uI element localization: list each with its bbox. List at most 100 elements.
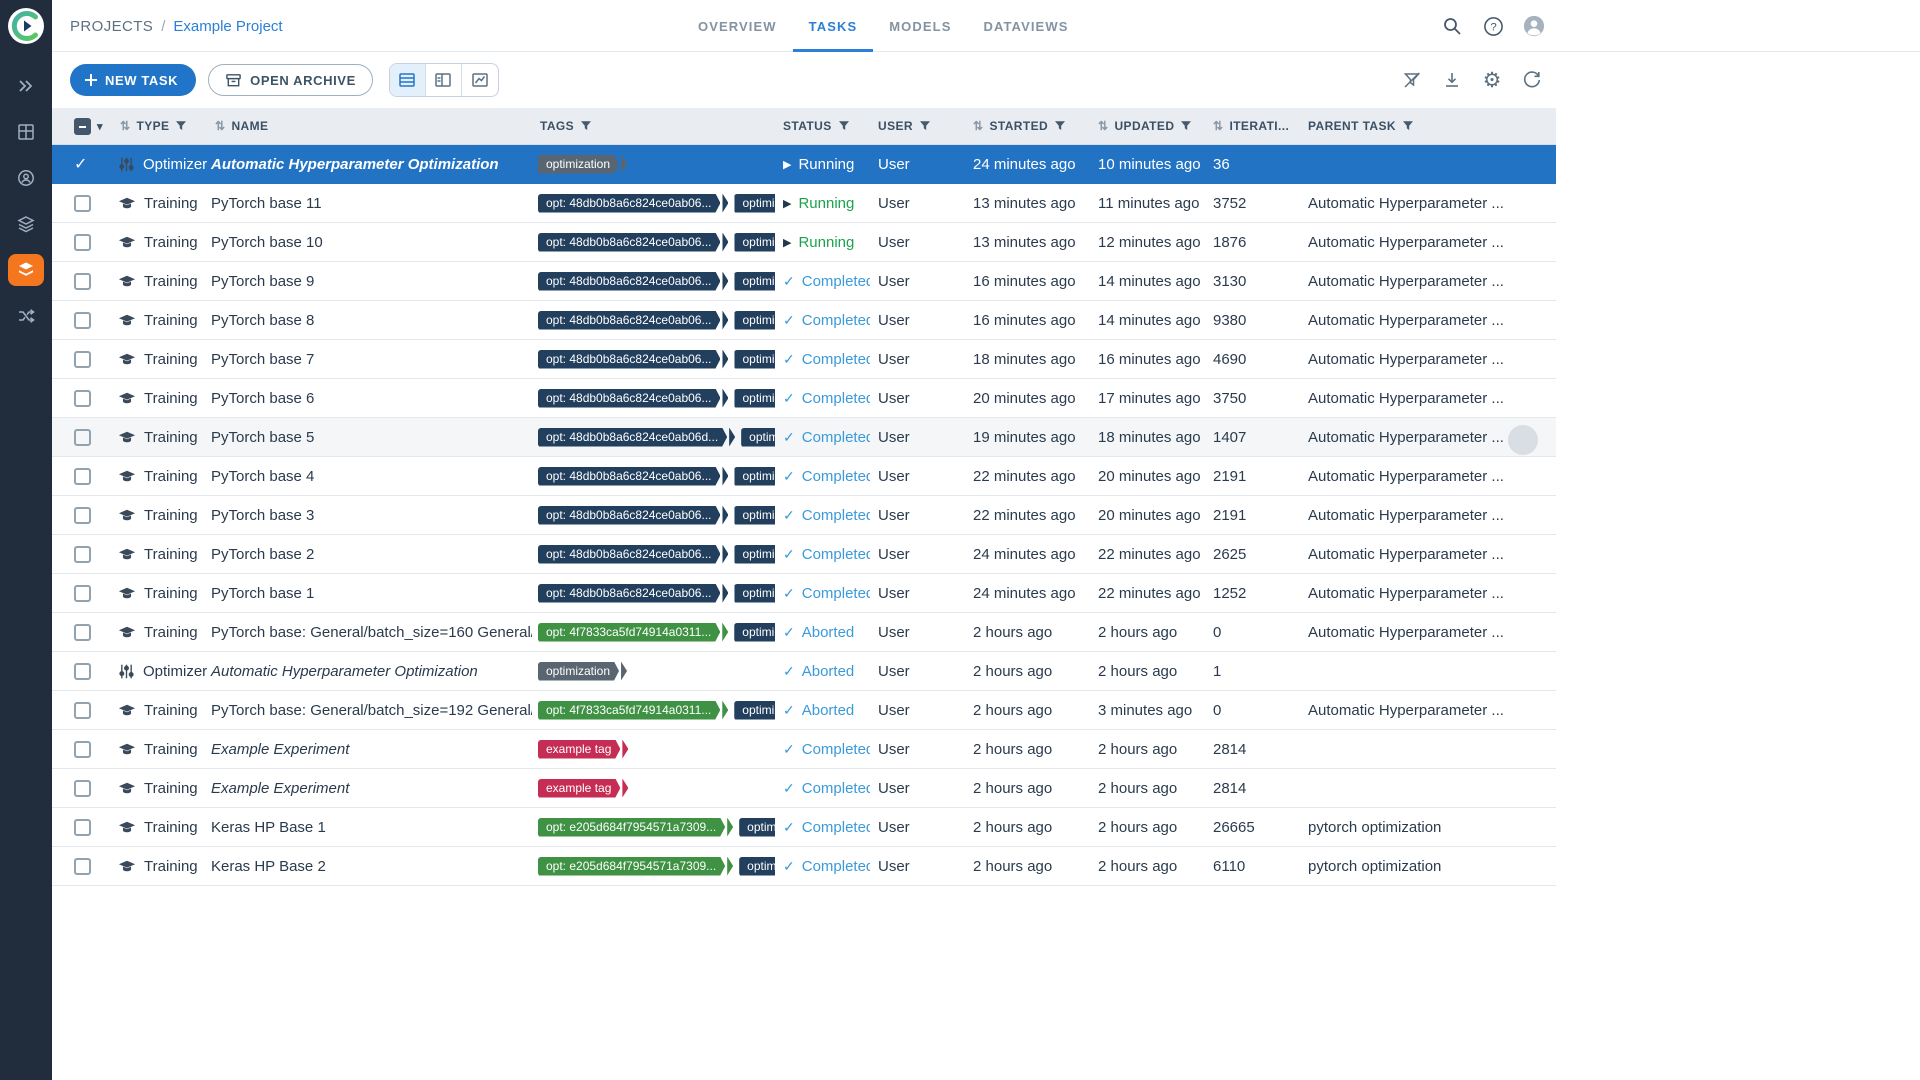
task-name-cell[interactable]: PyTorch base 10 xyxy=(207,223,532,261)
open-archive-button[interactable]: OPEN ARCHIVE xyxy=(208,64,373,96)
task-name-cell[interactable]: PyTorch base 5 xyxy=(207,418,532,456)
tag[interactable]: optimi... xyxy=(739,857,775,876)
table-row[interactable]: TrainingPyTorch base 9opt: 48db0b8a6c824… xyxy=(52,262,1556,301)
row-checkbox[interactable] xyxy=(74,429,91,446)
task-name-cell[interactable]: PyTorch base 6 xyxy=(207,379,532,417)
column-header-status[interactable]: STATUS xyxy=(775,119,870,133)
table-row[interactable]: TrainingKeras HP Base 2opt: e205d684f795… xyxy=(52,847,1556,886)
tag[interactable]: optimi... xyxy=(734,194,775,213)
sidebar-item-datasets[interactable] xyxy=(0,201,52,247)
task-name-cell[interactable]: PyTorch base 9 xyxy=(207,262,532,300)
sort-icon[interactable]: ⇅ xyxy=(1098,119,1108,133)
floating-scroll-indicator[interactable] xyxy=(1508,425,1538,455)
tab-tasks[interactable]: TASKS xyxy=(793,0,874,52)
sidebar-item-getting-started[interactable] xyxy=(0,63,52,109)
row-checkbox[interactable] xyxy=(74,312,91,329)
row-checkbox[interactable] xyxy=(74,351,91,368)
new-task-button[interactable]: NEW TASK xyxy=(70,64,196,96)
sidebar-item-pipelines[interactable] xyxy=(0,293,52,339)
sort-icon[interactable]: ⇅ xyxy=(215,119,225,133)
tag[interactable]: opt: 48db0b8a6c824ce0ab06d... xyxy=(538,428,735,447)
tag[interactable]: opt: 48db0b8a6c824ce0ab06... xyxy=(538,272,728,291)
column-header-parent-task[interactable]: PARENT TASK xyxy=(1300,119,1556,133)
column-header-type[interactable]: ⇅TYPE xyxy=(112,119,207,133)
tab-overview[interactable]: OVERVIEW xyxy=(682,0,793,52)
tag[interactable]: opt: 48db0b8a6c824ce0ab06... xyxy=(538,233,728,252)
tag[interactable]: opt: 4f7833ca5fd74914a0311... xyxy=(538,623,728,642)
column-header-started[interactable]: ⇅STARTED xyxy=(965,119,1090,133)
tag[interactable]: optimi... xyxy=(741,428,775,447)
task-name-cell[interactable]: Example Experiment xyxy=(207,769,532,807)
row-checkbox[interactable] xyxy=(74,624,91,641)
task-name-cell[interactable]: PyTorch base: General/batch_size=192 Gen… xyxy=(207,691,532,729)
tag[interactable]: optimi... xyxy=(734,701,775,720)
table-view-button[interactable] xyxy=(390,64,426,96)
filter-funnel-icon[interactable] xyxy=(1180,120,1192,132)
tag[interactable]: optimi... xyxy=(734,350,775,369)
task-name-cell[interactable]: PyTorch base 3 xyxy=(207,496,532,534)
clearml-logo-icon[interactable] xyxy=(7,7,45,45)
column-header-user[interactable]: USER xyxy=(870,119,965,133)
task-name-cell[interactable]: PyTorch base 4 xyxy=(207,457,532,495)
filter-funnel-icon[interactable] xyxy=(1054,120,1066,132)
breadcrumb-projects[interactable]: PROJECTS xyxy=(70,18,153,35)
search-icon[interactable] xyxy=(1441,15,1463,37)
row-checkbox[interactable] xyxy=(74,195,91,212)
task-name-cell[interactable]: PyTorch base 2 xyxy=(207,535,532,573)
task-name-cell[interactable]: PyTorch base 8 xyxy=(207,301,532,339)
download-icon[interactable] xyxy=(1441,69,1463,91)
table-row[interactable]: TrainingPyTorch base: General/batch_size… xyxy=(52,691,1556,730)
tag[interactable]: optimi... xyxy=(734,623,775,642)
details-view-button[interactable] xyxy=(426,64,462,96)
tag[interactable]: optimi... xyxy=(734,467,775,486)
table-row[interactable]: ✓OptimizerAutomatic Hyperparameter Optim… xyxy=(52,145,1556,184)
row-checkbox[interactable] xyxy=(74,468,91,485)
tag[interactable]: opt: 48db0b8a6c824ce0ab06... xyxy=(538,194,728,213)
task-name-cell[interactable]: Keras HP Base 2 xyxy=(207,847,532,885)
tag[interactable]: optimi... xyxy=(734,545,775,564)
filter-funnel-icon[interactable] xyxy=(919,120,931,132)
table-row[interactable]: TrainingPyTorch base 3opt: 48db0b8a6c824… xyxy=(52,496,1556,535)
task-name-cell[interactable]: PyTorch base 7 xyxy=(207,340,532,378)
tag[interactable]: optimi... xyxy=(734,272,775,291)
row-checkbox[interactable] xyxy=(74,780,91,797)
filter-funnel-icon[interactable] xyxy=(580,120,592,132)
task-name-cell[interactable]: PyTorch base 11 xyxy=(207,184,532,222)
table-row[interactable]: TrainingKeras HP Base 1opt: e205d684f795… xyxy=(52,808,1556,847)
breadcrumb-current-project[interactable]: Example Project xyxy=(173,18,282,35)
tag[interactable]: opt: 4f7833ca5fd74914a0311... xyxy=(538,701,728,720)
sort-icon[interactable]: ⇅ xyxy=(973,119,983,133)
avatar[interactable] xyxy=(1523,15,1545,37)
task-name-cell[interactable]: PyTorch base 1 xyxy=(207,574,532,612)
tag[interactable]: optimi... xyxy=(734,389,775,408)
sidebar-item-dashboard[interactable] xyxy=(0,109,52,155)
row-checkbox[interactable] xyxy=(74,663,91,680)
sidebar-item-workers[interactable] xyxy=(0,155,52,201)
select-all-checkbox[interactable] xyxy=(74,118,91,135)
filter-funnel-icon[interactable] xyxy=(1402,120,1414,132)
tag[interactable]: optimization xyxy=(538,155,627,174)
task-name-cell[interactable]: Automatic Hyperparameter Optimization xyxy=(207,652,532,690)
tag[interactable]: example tag xyxy=(538,779,628,798)
table-row[interactable]: TrainingPyTorch base 2opt: 48db0b8a6c824… xyxy=(52,535,1556,574)
tag[interactable]: opt: 48db0b8a6c824ce0ab06... xyxy=(538,389,728,408)
row-checkbox[interactable] xyxy=(74,858,91,875)
row-checkbox[interactable] xyxy=(74,507,91,524)
tag[interactable]: opt: 48db0b8a6c824ce0ab06... xyxy=(538,467,728,486)
settings-gear-icon[interactable]: ⚙ xyxy=(1481,69,1503,91)
filter-funnel-icon[interactable] xyxy=(838,120,850,132)
tag[interactable]: optimization xyxy=(538,662,627,681)
table-row[interactable]: TrainingExample Experimentexample tag✓Co… xyxy=(52,730,1556,769)
tag[interactable]: optimi... xyxy=(739,818,775,837)
task-name-cell[interactable]: PyTorch base: General/batch_size=160 Gen… xyxy=(207,613,532,651)
table-row[interactable]: TrainingPyTorch base 7opt: 48db0b8a6c824… xyxy=(52,340,1556,379)
column-header-iterati[interactable]: ⇅ITERATI... xyxy=(1205,119,1300,133)
table-row[interactable]: TrainingPyTorch base 11opt: 48db0b8a6c82… xyxy=(52,184,1556,223)
filter-funnel-icon[interactable] xyxy=(175,120,187,132)
task-name-cell[interactable]: Example Experiment xyxy=(207,730,532,768)
row-checkbox[interactable] xyxy=(74,546,91,563)
column-header-tags[interactable]: TAGS xyxy=(532,119,775,133)
row-checkbox[interactable] xyxy=(74,273,91,290)
selected-check-icon[interactable]: ✓ xyxy=(74,154,87,174)
tag[interactable]: optimi... xyxy=(734,506,775,525)
